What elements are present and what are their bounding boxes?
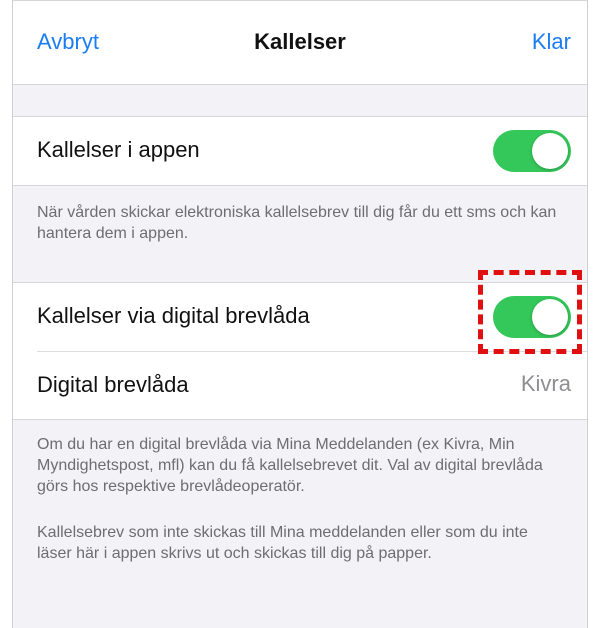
- app-invitations-row: Kallelser i appen: [13, 117, 587, 185]
- cancel-button[interactable]: Avbryt: [37, 29, 99, 55]
- app-invitations-footnote: När vården skickar elektroniska kallelse…: [37, 204, 557, 242]
- digital-mailbox-group: Kallelser via digital brevlåda Digital b…: [13, 282, 587, 420]
- digital-mailbox-row[interactable]: Digital brevlåda Kivra: [13, 351, 587, 419]
- digital-mailbox-toggle-row: Kallelser via digital brevlåda: [13, 283, 587, 351]
- app-invitations-group: Kallelser i appen: [13, 116, 587, 186]
- digital-mailbox-value: Kivra: [520, 371, 571, 396]
- digital-mailbox-toggle[interactable]: [493, 296, 571, 338]
- paper-mail-footnote: Kallelsebrev som inte skickas till Mina …: [37, 524, 528, 562]
- toggle-knob: [532, 133, 568, 169]
- digital-mailbox-footnote: Om du har en digital brevlåda via Mina M…: [37, 436, 543, 495]
- page-title: Kallelser: [254, 29, 346, 54]
- digital-mailbox-toggle-label: Kallelser via digital brevlåda: [37, 303, 310, 328]
- app-invitations-toggle[interactable]: [493, 130, 571, 172]
- done-button[interactable]: Klar: [532, 29, 571, 55]
- navigation-bar: Avbryt Kallelser Klar: [13, 0, 587, 85]
- screen: Avbryt Kallelser Klar Kallelser i appen …: [12, 0, 588, 628]
- toggle-knob: [532, 299, 568, 335]
- digital-mailbox-label: Digital brevlåda: [37, 372, 189, 397]
- app-invitations-label: Kallelser i appen: [37, 137, 200, 162]
